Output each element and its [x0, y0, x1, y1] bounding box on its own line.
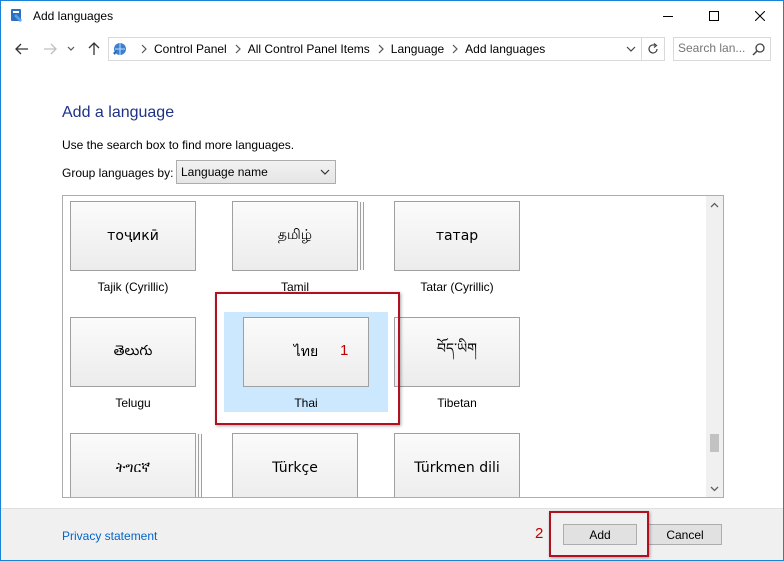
language-native-name: ไทย — [243, 317, 369, 387]
breadcrumb-add-languages[interactable]: Add languages — [465, 42, 545, 56]
group-by-label: Group languages by: — [62, 166, 174, 180]
title-bar[interactable]: Add languages — [1, 1, 783, 31]
breadcrumb-control-panel[interactable]: Control Panel — [154, 42, 227, 56]
language-label: Thai — [294, 396, 318, 410]
chevron-right-icon[interactable] — [140, 44, 148, 54]
address-bar: Control Panel All Control Panel Items La… — [1, 31, 783, 67]
maximize-button[interactable] — [691, 1, 737, 31]
add-button[interactable]: Add — [563, 524, 637, 545]
page-title: Add a language — [62, 104, 175, 121]
language-native-name: Türkçe — [232, 433, 358, 497]
language-tile-tajik[interactable]: тоҷикӣ Tajik (Cyrillic) — [70, 201, 216, 313]
scroll-down-button[interactable] — [706, 480, 723, 497]
minimize-icon — [663, 16, 673, 17]
refresh-button[interactable] — [641, 38, 664, 60]
language-native-name: татар — [394, 201, 520, 271]
add-languages-window: Add languages Control Panel All Control … — [0, 0, 784, 561]
arrow-right-icon — [44, 43, 57, 55]
cancel-button[interactable]: Cancel — [648, 524, 722, 545]
language-tile-tatar[interactable]: татар Tatar (Cyrillic) — [394, 201, 540, 313]
privacy-statement-link[interactable]: Privacy statement — [62, 529, 157, 543]
breadcrumb-language[interactable]: Language — [391, 42, 444, 56]
language-label: Tamil — [280, 280, 309, 294]
list-scrollbar[interactable] — [706, 196, 723, 497]
language-label: Tajik (Cyrillic) — [97, 280, 169, 294]
refresh-icon — [648, 43, 658, 54]
footer-bar: Privacy statement 2 Add Cancel — [1, 508, 783, 560]
control-panel-icon — [11, 9, 22, 22]
language-native-name: тоҷикӣ — [70, 201, 196, 271]
group-by-select[interactable]: Language name — [176, 160, 336, 184]
search-hint: Use the search box to find more language… — [62, 138, 295, 152]
up-button[interactable] — [85, 41, 103, 57]
chevron-right-icon[interactable] — [234, 44, 242, 54]
breadcrumb-all-items[interactable]: All Control Panel Items — [248, 42, 370, 56]
chevron-down-icon — [67, 46, 75, 51]
language-tile-turkish[interactable]: Türkçe — [232, 433, 378, 497]
maximize-icon — [709, 11, 719, 21]
search-box[interactable] — [673, 37, 771, 61]
language-label: Tibetan — [437, 396, 477, 410]
language-tile-thai[interactable]: ไทย Thai — [224, 312, 388, 412]
arrow-up-icon — [88, 42, 100, 55]
chevron-right-icon[interactable] — [377, 44, 385, 54]
window-title: Add languages — [33, 9, 114, 23]
search-icon[interactable] — [752, 42, 766, 56]
annotation-step-1: 1 — [340, 342, 349, 359]
chevron-down-icon — [320, 169, 330, 175]
language-native-name: తెలుగు — [70, 317, 196, 387]
recent-locations-button[interactable] — [65, 41, 77, 57]
language-tile-telugu[interactable]: తెలుగు Telugu — [70, 317, 216, 429]
language-native-name: Türkmen dili — [394, 433, 520, 497]
language-tile-turkmen[interactable]: Türkmen dili — [394, 433, 540, 497]
scroll-thumb[interactable] — [710, 434, 719, 452]
chevron-down-icon[interactable] — [625, 44, 637, 54]
address-field[interactable]: Control Panel All Control Panel Items La… — [108, 37, 665, 61]
language-tile-tigrinya[interactable]: ትግርኛ — [70, 433, 216, 497]
language-native-name: བོད་ཡིག — [394, 317, 520, 387]
scroll-up-button[interactable] — [706, 196, 723, 213]
close-button[interactable] — [737, 1, 783, 31]
language-native-name: தமிழ் — [232, 201, 358, 271]
breadcrumb: Control Panel All Control Panel Items La… — [133, 41, 545, 57]
language-label: Telugu — [115, 396, 151, 410]
minimize-button[interactable] — [645, 1, 691, 31]
language-tile-tamil[interactable]: தமிழ் Tamil — [232, 201, 378, 313]
forward-button[interactable] — [41, 41, 59, 57]
arrow-left-icon — [15, 43, 28, 55]
chevron-down-icon — [710, 486, 719, 491]
language-label: Tatar (Cyrillic) — [420, 280, 494, 294]
language-tile-tibetan[interactable]: བོད་ཡིག Tibetan — [394, 317, 540, 429]
annotation-step-2: 2 — [535, 525, 544, 542]
close-icon — [755, 11, 765, 21]
search-input[interactable] — [678, 40, 748, 56]
control-panel-location-icon — [113, 43, 126, 55]
back-button[interactable] — [13, 41, 31, 57]
chevron-up-icon — [710, 202, 719, 207]
language-native-name: ትግርኛ — [70, 433, 196, 497]
language-list[interactable]: тоҷикӣ Tajik (Cyrillic) தமிழ் Tamil тата… — [62, 195, 724, 498]
group-by-value: Language name — [181, 165, 268, 179]
chevron-right-icon[interactable] — [451, 44, 459, 54]
